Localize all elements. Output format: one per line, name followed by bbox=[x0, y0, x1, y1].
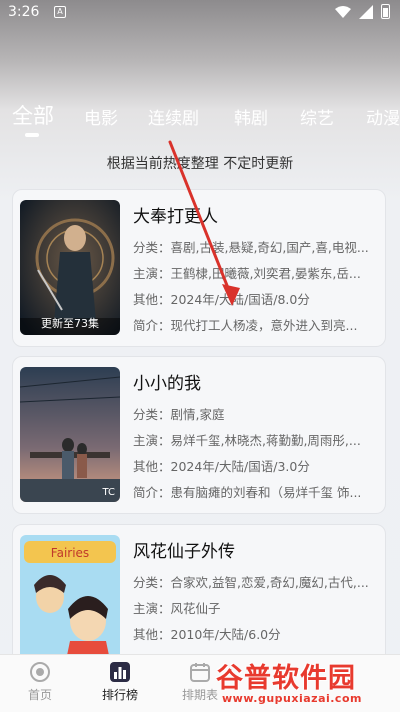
tab-all[interactable]: 全部 bbox=[12, 100, 54, 130]
nav-ranking[interactable]: 排行榜 bbox=[85, 661, 155, 703]
ranking-card[interactable]: Fairies 风花仙子外传 分类：合家欢,益智,恋爱,奇幻,魔幻,古代,...… bbox=[12, 524, 386, 674]
wifi-icon bbox=[335, 5, 351, 18]
poster-image[interactable]: TC bbox=[20, 367, 120, 502]
show-cast: 主演：王鹤棣,田曦薇,刘奕君,晏紫东,岳... bbox=[133, 266, 361, 281]
quality-badge: TC bbox=[102, 487, 115, 498]
home-icon bbox=[30, 662, 50, 682]
nav-home-label: 首页 bbox=[27, 688, 52, 702]
tab-anime[interactable]: 动漫 bbox=[366, 104, 400, 129]
card-info: 大奉打更人 分类：喜剧,古装,悬疑,奇幻,国产,喜,电视... 主演：王鹤棣,田… bbox=[133, 202, 378, 339]
status-icons bbox=[335, 4, 390, 19]
notification-icon: A bbox=[54, 6, 66, 18]
show-other: 其他：2010年/大陆/6.0分 bbox=[133, 627, 281, 642]
tab-movies[interactable]: 电影 bbox=[84, 104, 118, 129]
tab-kdrama[interactable]: 韩剧 bbox=[234, 104, 268, 129]
nav-schedule-label: 排期表 bbox=[181, 688, 218, 702]
poster-art bbox=[20, 367, 120, 502]
show-title[interactable]: 风花仙子外传 bbox=[133, 537, 378, 562]
show-cast: 主演：风花仙子 bbox=[133, 601, 221, 616]
show-genre: 分类：合家欢,益智,恋爱,奇幻,魔幻,古代,... bbox=[133, 575, 369, 590]
tab-series[interactable]: 连续剧 bbox=[148, 104, 199, 129]
show-title[interactable]: 小小的我 bbox=[133, 369, 378, 394]
battery-icon bbox=[381, 4, 390, 19]
ranking-card[interactable]: 更新至73集 大奉打更人 分类：喜剧,古装,悬疑,奇幻,国产,喜,电视... 主… bbox=[12, 189, 386, 347]
show-genre: 分类：剧情,家庭 bbox=[133, 407, 225, 422]
ranking-card[interactable]: TC 小小的我 分类：剧情,家庭 主演：易烊千玺,林晓杰,蒋勤勤,周雨彤,...… bbox=[12, 356, 386, 514]
tab-variety[interactable]: 综艺 bbox=[300, 104, 334, 129]
show-title[interactable]: 大奉打更人 bbox=[133, 202, 378, 227]
show-cast: 主演：易烊千玺,林晓杰,蒋勤勤,周雨彤,... bbox=[133, 433, 361, 448]
card-info: 小小的我 分类：剧情,家庭 主演：易烊千玺,林晓杰,蒋勤勤,周雨彤,... 其他… bbox=[133, 369, 378, 506]
poster-art: Fairies bbox=[20, 535, 120, 670]
watermark-url: www.gupuxiazai.com bbox=[222, 692, 362, 705]
svg-text:Fairies: Fairies bbox=[51, 546, 89, 560]
nav-home[interactable]: 首页 bbox=[5, 661, 75, 703]
show-summary: 简介：患有脑瘫的刘春和（易烊千玺 饰... bbox=[133, 485, 362, 500]
ranking-icon bbox=[110, 662, 130, 682]
show-other: 其他：2024年/大陆/国语/3.0分 bbox=[133, 459, 310, 474]
poster-image[interactable]: 更新至73集 bbox=[20, 200, 120, 335]
poster-image[interactable]: Fairies bbox=[20, 535, 120, 670]
active-tab-indicator bbox=[25, 133, 39, 137]
status-bar: 3:26 A bbox=[0, 0, 400, 26]
status-time: 3:26 bbox=[8, 4, 40, 20]
show-summary: 简介：现代打工人杨凌，意外进入到亮... bbox=[133, 318, 358, 333]
watermark-logo: 谷普软件园 www.gupuxiazai.com bbox=[216, 654, 394, 712]
show-other: 其他：2024年/大陆/国语/8.0分 bbox=[133, 292, 310, 307]
update-badge: 更新至73集 bbox=[41, 317, 99, 330]
ranking-subtitle: 根据当前热度整理 不定时更新 bbox=[106, 156, 294, 172]
show-genre: 分类：喜剧,古装,悬疑,奇幻,国产,喜,电视... bbox=[133, 240, 369, 255]
watermark-text: 谷普软件园 bbox=[216, 663, 356, 694]
category-tabs: 全部 电影 连续剧 韩剧 综艺 动漫 bbox=[0, 96, 400, 140]
nav-ranking-label: 排行榜 bbox=[101, 688, 138, 702]
calendar-icon bbox=[190, 663, 210, 682]
signal-icon bbox=[359, 4, 373, 19]
